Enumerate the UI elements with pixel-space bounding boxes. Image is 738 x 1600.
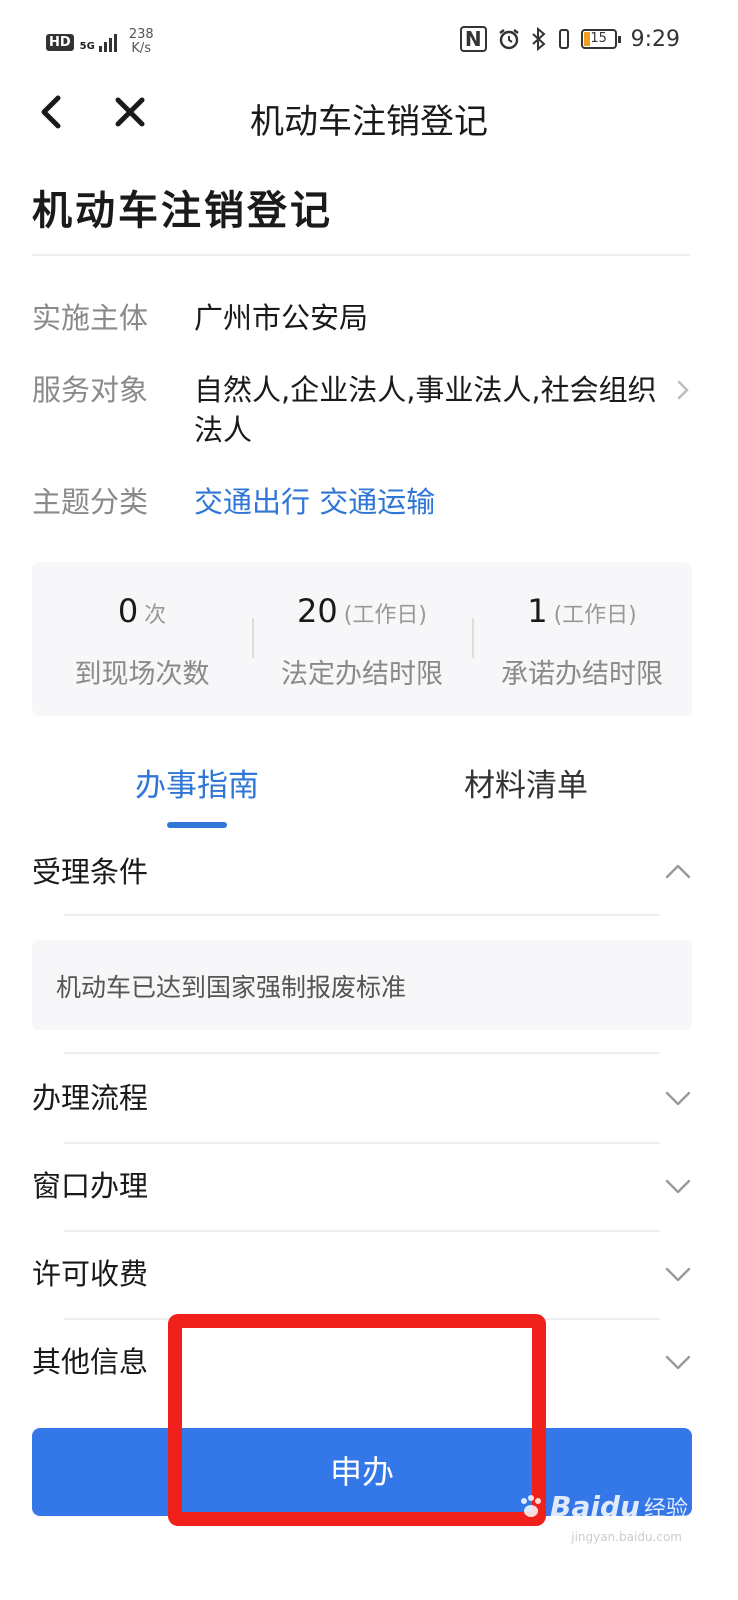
info-label: 主题分类: [32, 485, 149, 519]
section-process[interactable]: 办理流程: [32, 1068, 692, 1128]
status-right: N 15 9:29: [459, 26, 680, 52]
nav-bar: 机动车注销登记: [0, 84, 738, 146]
category-link[interactable]: 交通出行 交通运输: [194, 482, 692, 522]
section-divider: [64, 1230, 660, 1232]
paw-icon: [521, 1494, 542, 1517]
section-divider: [64, 914, 660, 916]
page-title: 机动车注销登记: [32, 188, 333, 234]
tab-materials[interactable]: 材料清单: [376, 760, 676, 805]
nav-title: 机动车注销登记: [250, 102, 488, 142]
section-window[interactable]: 窗口办理: [32, 1156, 692, 1216]
stat-number: 20: [297, 592, 338, 630]
stat-label: 到现场次数: [74, 659, 210, 690]
hd-badge: HD: [46, 33, 74, 51]
info-row-service-target[interactable]: 服务对象 自然人,企业法人,事业法人,社会组织法人: [32, 370, 692, 450]
network-speed-value: 238: [128, 27, 154, 42]
tab-active-indicator: [167, 822, 227, 828]
stat-unit: 次: [144, 603, 167, 628]
status-time: 9:29: [630, 26, 680, 52]
nfc-icon: N: [459, 26, 487, 52]
section-title: 受理条件: [32, 855, 149, 889]
section-title: 办理流程: [32, 1081, 149, 1115]
vibrate-icon: [558, 29, 569, 49]
watermark-cn: 经验: [643, 1496, 688, 1522]
section-other-info[interactable]: 其他信息: [32, 1332, 692, 1392]
alarm-icon: [498, 29, 519, 50]
battery-level: 15: [590, 31, 607, 46]
status-bar: HD 5G 238 K/s N 15 9:29: [0, 0, 738, 84]
status-left: HD 5G 238 K/s: [46, 28, 154, 56]
info-value: 自然人,企业法人,事业法人,社会组织法人: [194, 373, 657, 447]
network-speed: 238 K/s: [129, 28, 154, 56]
section-fees[interactable]: 许可收费: [32, 1244, 692, 1304]
chevron-down-icon: [665, 1179, 691, 1194]
stat-unit: (工作日): [553, 603, 637, 628]
chevron-up-icon: [665, 864, 691, 879]
network-speed-unit: K/s: [131, 41, 152, 56]
chevron-down-icon: [665, 1267, 691, 1282]
signal-icon: 5G: [80, 32, 117, 52]
stat-number: 1: [527, 592, 548, 630]
chevron-down-icon: [665, 1355, 691, 1370]
section-content-text: 机动车已达到国家强制报废标准: [56, 973, 407, 1002]
section-content: 机动车已达到国家强制报废标准: [32, 940, 692, 1030]
stat-unit: (工作日): [343, 603, 427, 628]
section-acceptance-conditions[interactable]: 受理条件: [32, 842, 692, 902]
chevron-down-icon: [665, 1091, 691, 1106]
section-divider: [64, 1318, 660, 1320]
bluetooth-icon: [531, 27, 546, 51]
stats-card: 0次 到现场次数 20 (工作日) 法定办结时限 1 (工作日) 承诺办结时限: [32, 562, 692, 716]
info-label: 服务对象: [32, 373, 149, 407]
stat-promised-limit: 1 (工作日) 承诺办结时限: [472, 562, 692, 716]
baidu-watermark: Baidu 经验: [516, 1490, 688, 1523]
section-title: 许可收费: [32, 1257, 149, 1291]
section-divider: [64, 1052, 660, 1054]
network-type: 5G: [79, 41, 95, 52]
stat-label: 承诺办结时限: [501, 659, 663, 690]
section-title: 窗口办理: [32, 1169, 149, 1203]
info-row-implementer: 实施主体 广州市公安局: [32, 298, 692, 338]
heading-divider: [32, 254, 690, 256]
section-title: 其他信息: [32, 1345, 149, 1379]
battery-icon: 15: [580, 29, 621, 49]
stat-label: 法定办结时限: [281, 659, 443, 690]
info-row-category: 主题分类 交通出行 交通运输: [32, 482, 692, 522]
info-label: 实施主体: [32, 301, 149, 335]
stat-number: 0: [117, 592, 139, 630]
section-divider: [64, 1142, 660, 1144]
watermark-brand: Baidu: [550, 1490, 640, 1523]
tab-guide[interactable]: 办事指南: [47, 760, 347, 805]
chevron-right-icon: [677, 380, 689, 400]
stat-legal-limit: 20 (工作日) 法定办结时限: [252, 562, 472, 716]
watermark-url: jingyan.baidu.com: [571, 1530, 682, 1544]
info-value: 广州市公安局: [194, 301, 369, 335]
tab-bar: 办事指南 材料清单: [0, 760, 738, 830]
stat-visits: 0次 到现场次数: [32, 562, 252, 716]
